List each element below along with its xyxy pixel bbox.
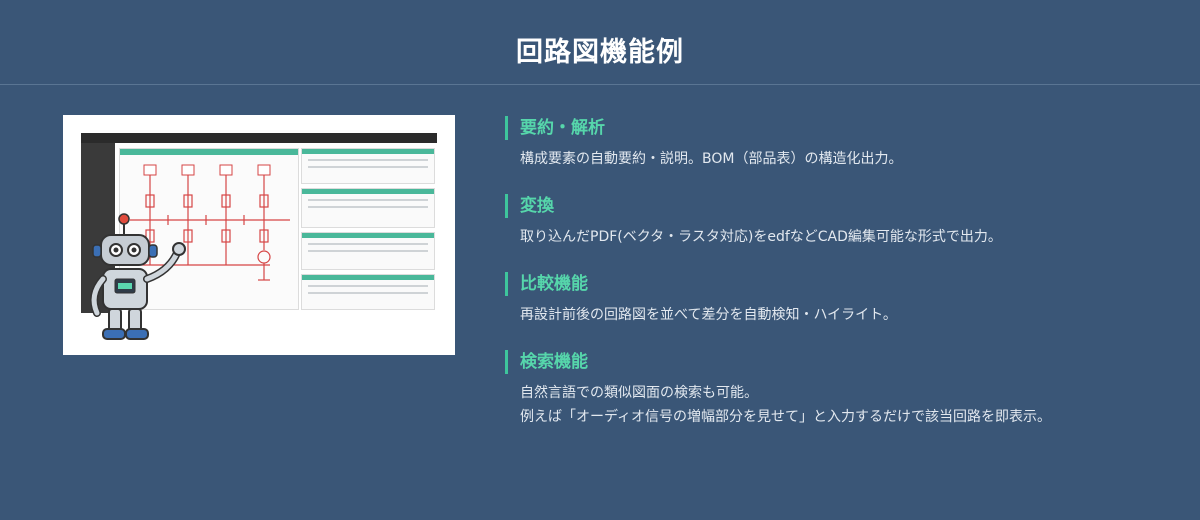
feature-search: 検索機能 自然言語での類似図面の検索も可能。 例えば「オーディオ信号の増幅部分を… bbox=[505, 350, 1185, 429]
feature-line: 再設計前後の回路図を並べて差分を自動検知・ハイライト。 bbox=[520, 307, 897, 323]
feature-line: 取り込んだPDF(ベクタ・ラスタ対応)をedfなどCAD編集可能な形式で出力。 bbox=[520, 229, 1002, 245]
feature-heading: 比較機能 bbox=[505, 272, 1185, 296]
analysis-panels bbox=[301, 148, 435, 310]
header-divider bbox=[0, 84, 1200, 85]
feature-description: 構成要素の自動要約・説明。BOM（部品表）の構造化出力。 bbox=[505, 147, 1185, 171]
feature-heading: 要約・解析 bbox=[505, 116, 1185, 140]
feature-line: 自然言語での類似図面の検索も可能。 bbox=[520, 385, 758, 401]
feature-heading: 変換 bbox=[505, 194, 1185, 218]
page-title: 回路図機能例 bbox=[516, 37, 684, 68]
feature-line: 構成要素の自動要約・説明。BOM（部品表）の構造化出力。 bbox=[520, 151, 903, 167]
feature-compare: 比較機能 再設計前後の回路図を並べて差分を自動検知・ハイライト。 bbox=[505, 272, 1185, 327]
feature-summary: 要約・解析 構成要素の自動要約・説明。BOM（部品表）の構造化出力。 bbox=[505, 116, 1185, 171]
feature-list: 要約・解析 構成要素の自動要約・説明。BOM（部品表）の構造化出力。 変換 取り… bbox=[505, 116, 1185, 452]
robot-mascot bbox=[90, 213, 186, 340]
feature-heading: 検索機能 bbox=[505, 350, 1185, 374]
feature-description: 取り込んだPDF(ベクタ・ラスタ対応)をedfなどCAD編集可能な形式で出力。 bbox=[505, 225, 1185, 249]
feature-convert: 変換 取り込んだPDF(ベクタ・ラスタ対応)をedfなどCAD編集可能な形式で出… bbox=[505, 194, 1185, 249]
feature-description: 再設計前後の回路図を並べて差分を自動検知・ハイライト。 bbox=[505, 303, 1185, 327]
circuit-demo-screenshot bbox=[63, 115, 455, 355]
app-titlebar bbox=[81, 133, 437, 143]
feature-line: 例えば「オーディオ信号の増幅部分を見せて」と入力するだけで該当回路を即表示。 bbox=[520, 409, 1052, 425]
feature-description: 自然言語での類似図面の検索も可能。 例えば「オーディオ信号の増幅部分を見せて」と… bbox=[505, 381, 1185, 429]
